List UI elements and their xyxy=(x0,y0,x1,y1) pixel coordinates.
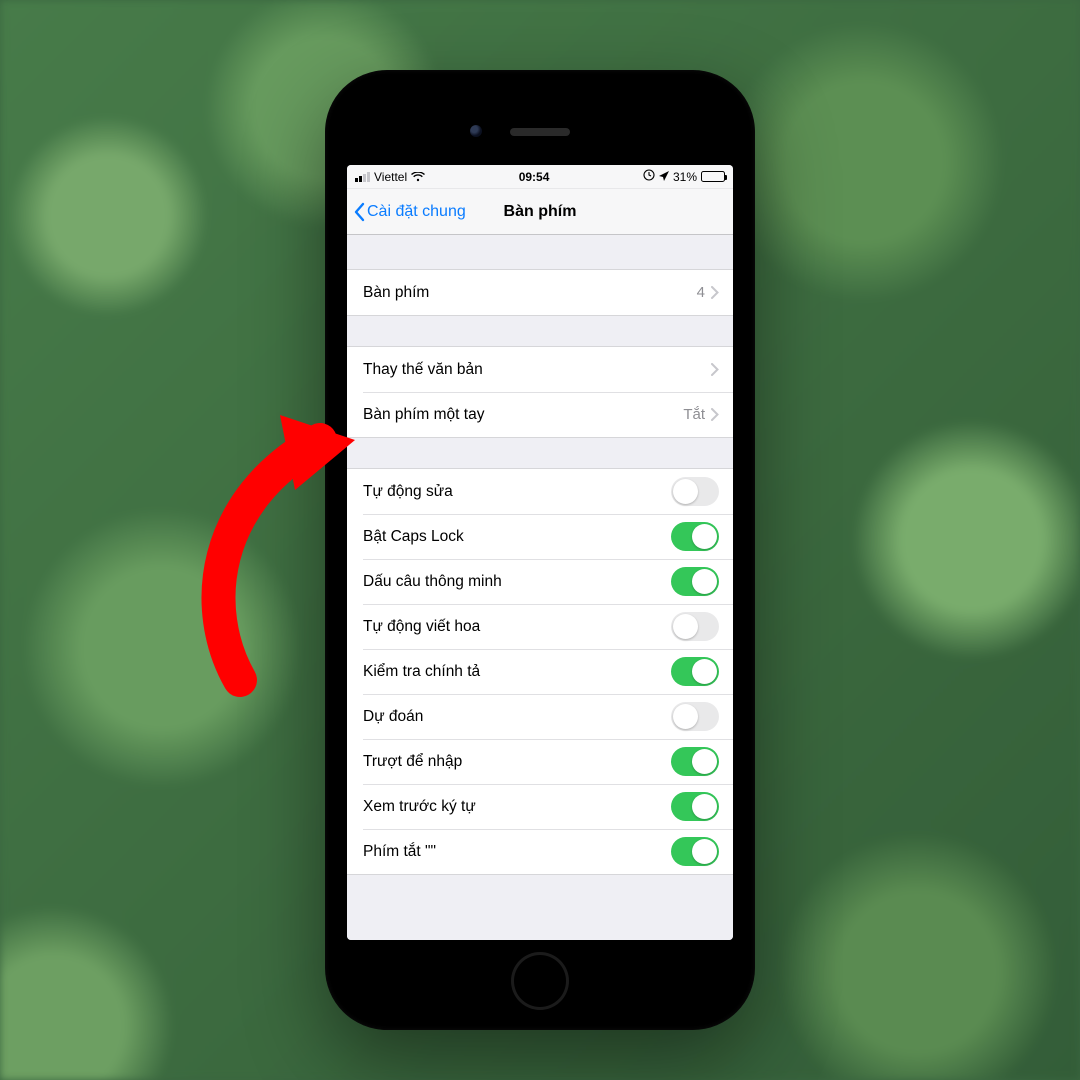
toggle-switch[interactable] xyxy=(671,567,719,596)
back-label: Cài đặt chung xyxy=(367,203,466,221)
chevron-right-icon xyxy=(711,408,719,421)
row-toggle: Phím tắt "" xyxy=(347,829,733,874)
row-label: Phím tắt "" xyxy=(363,843,671,861)
clock: 09:54 xyxy=(519,170,550,184)
row-one-handed-keyboard[interactable]: Bàn phím một tay Tắt xyxy=(347,392,733,437)
toggle-switch[interactable] xyxy=(671,747,719,776)
wifi-icon xyxy=(411,172,425,182)
settings-content[interactable]: Bàn phím 4 Thay thế văn bản Bàn phím một… xyxy=(347,235,733,940)
toggle-switch[interactable] xyxy=(671,477,719,506)
row-label: Tự động sửa xyxy=(363,483,671,501)
row-toggle: Tự động viết hoa xyxy=(347,604,733,649)
location-icon xyxy=(659,170,669,184)
row-label: Dự đoán xyxy=(363,708,671,726)
status-bar: Viettel 09:54 31% xyxy=(347,165,733,189)
home-button[interactable] xyxy=(511,952,569,1010)
group-text: Thay thế văn bản Bàn phím một tay Tắt xyxy=(347,346,733,438)
group-toggles: Tự động sửa Bật Caps Lock Dấu câu thông mi… xyxy=(347,468,733,875)
row-toggle: Dự đoán xyxy=(347,694,733,739)
signal-icon xyxy=(355,172,370,182)
toggle-switch[interactable] xyxy=(671,612,719,641)
nav-bar: Cài đặt chung Bàn phím xyxy=(347,189,733,235)
toggle-switch[interactable] xyxy=(671,702,719,731)
chevron-right-icon xyxy=(711,363,719,376)
row-label: Dấu câu thông minh xyxy=(363,573,671,591)
row-text-replacement[interactable]: Thay thế văn bản xyxy=(347,347,733,392)
back-button[interactable]: Cài đặt chung xyxy=(353,189,466,234)
toggle-switch[interactable] xyxy=(671,657,719,686)
row-label: Bật Caps Lock xyxy=(363,528,671,546)
row-toggle: Dấu câu thông minh xyxy=(347,559,733,604)
rotation-lock-icon xyxy=(643,169,655,184)
row-toggle: Kiểm tra chính tả xyxy=(347,649,733,694)
row-label: Xem trước ký tự xyxy=(363,798,671,816)
row-label: Kiểm tra chính tả xyxy=(363,663,671,681)
group-keyboards: Bàn phím 4 xyxy=(347,269,733,316)
toggle-switch[interactable] xyxy=(671,837,719,866)
phone-camera xyxy=(470,125,482,137)
row-detail: 4 xyxy=(697,284,705,301)
row-label: Tự động viết hoa xyxy=(363,618,671,636)
row-toggle: Tự động sửa xyxy=(347,469,733,514)
chevron-right-icon xyxy=(711,286,719,299)
row-toggle: Xem trước ký tự xyxy=(347,784,733,829)
row-keyboards[interactable]: Bàn phím 4 xyxy=(347,270,733,315)
row-label: Thay thế văn bản xyxy=(363,361,711,379)
row-label: Trượt để nhập xyxy=(363,753,671,771)
row-label: Bàn phím xyxy=(363,284,697,302)
toggle-switch[interactable] xyxy=(671,792,719,821)
phone-screen: Viettel 09:54 31% Cài đặt chung xyxy=(347,165,733,940)
phone-frame: Viettel 09:54 31% Cài đặt chung xyxy=(325,70,755,1030)
row-label: Bàn phím một tay xyxy=(363,406,683,424)
battery-icon xyxy=(701,171,725,182)
toggle-switch[interactable] xyxy=(671,522,719,551)
row-detail: Tắt xyxy=(683,406,705,423)
carrier-label: Viettel xyxy=(374,170,407,184)
row-toggle: Trượt để nhập xyxy=(347,739,733,784)
battery-percent: 31% xyxy=(673,170,697,184)
row-toggle: Bật Caps Lock xyxy=(347,514,733,559)
phone-speaker xyxy=(510,128,570,136)
page-title: Bàn phím xyxy=(504,203,577,221)
